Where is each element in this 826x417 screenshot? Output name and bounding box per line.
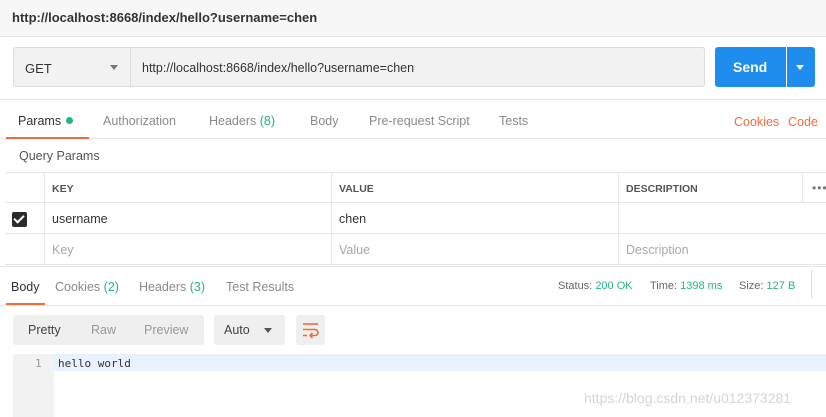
response-body-line: hello world: [58, 357, 131, 370]
more-options-icon[interactable]: •••: [812, 181, 826, 195]
response-tabs: Body Cookies (2) Headers (3) Test Result…: [0, 266, 826, 306]
wrap-lines-button[interactable]: [296, 315, 325, 345]
params-indicator-dot: [66, 117, 74, 124]
active-response-tab-indicator: [6, 303, 45, 305]
response-body-editor[interactable]: 1 hello world: [13, 354, 826, 417]
request-tabs: Params Authorization Headers (8) Body Pr…: [0, 99, 826, 139]
send-options-button[interactable]: [787, 47, 815, 87]
active-line-highlight: [54, 354, 826, 371]
time-value: 1398 ms: [680, 280, 723, 292]
wrap-lines-icon: [303, 323, 319, 339]
line-number-gutter: 1: [13, 354, 54, 417]
tab-response-body[interactable]: Body: [11, 280, 40, 294]
window-title: http://localhost:8668/index/hello?userna…: [12, 10, 318, 25]
window-title-bar: http://localhost:8668/index/hello?userna…: [0, 0, 826, 37]
code-link[interactable]: Code: [788, 115, 818, 129]
active-tab-indicator: [6, 137, 89, 139]
tab-headers-label: Headers: [209, 114, 257, 128]
line-number: 1: [35, 357, 42, 370]
new-value-input[interactable]: Value: [332, 234, 619, 264]
tab-pre-request-script[interactable]: Pre-request Script: [369, 114, 470, 128]
chevron-down-icon: [796, 65, 804, 70]
column-header-value: VALUE: [332, 173, 619, 203]
watermark: https://blog.csdn.net/u012373281: [584, 390, 792, 406]
param-description-cell[interactable]: [619, 203, 826, 233]
status-value: 200 OK: [595, 280, 633, 292]
param-enabled-checkbox[interactable]: [12, 212, 27, 227]
column-header-description: DESCRIPTION: [619, 173, 803, 203]
language-select[interactable]: Auto: [214, 315, 285, 345]
format-preview-button[interactable]: Preview: [144, 323, 188, 337]
time-info: Time: 1398 ms: [650, 280, 723, 292]
format-pretty-button[interactable]: Pretty: [28, 323, 61, 337]
cookies-link[interactable]: Cookies: [734, 115, 779, 129]
size-value: 127 B: [766, 280, 796, 292]
param-value-cell[interactable]: chen: [332, 203, 619, 233]
tab-params-label: Params: [18, 114, 62, 128]
tab-test-results[interactable]: Test Results: [226, 280, 294, 294]
method-select[interactable]: GET: [13, 47, 130, 87]
format-raw-button[interactable]: Raw: [91, 323, 116, 337]
format-toggle-group: Pretty Raw Preview: [13, 315, 204, 345]
tab-headers-count: (8): [259, 114, 276, 128]
send-button[interactable]: Send: [715, 47, 786, 87]
tab-body[interactable]: Body: [310, 114, 339, 128]
tab-response-cookies[interactable]: Cookies (2): [55, 280, 119, 294]
tab-response-headers[interactable]: Headers (3): [139, 280, 205, 294]
query-params-title: Query Params: [19, 149, 100, 163]
url-input[interactable]: http://localhost:8668/index/hello?userna…: [130, 47, 705, 87]
param-key-cell[interactable]: username: [45, 203, 332, 233]
table-row: username chen: [5, 203, 826, 234]
method-label: GET: [25, 61, 52, 76]
new-key-input[interactable]: Key: [45, 234, 332, 264]
language-select-label: Auto: [224, 323, 250, 337]
tab-tests[interactable]: Tests: [499, 114, 528, 128]
table-header-row: KEY VALUE DESCRIPTION •••: [5, 172, 826, 203]
tab-params[interactable]: Params: [18, 114, 74, 128]
table-row-new: Key Value Description: [5, 234, 826, 265]
chevron-down-icon: [110, 65, 118, 70]
column-header-key: KEY: [45, 173, 332, 203]
send-label: Send: [733, 59, 768, 75]
status-info: Status: 200 OK: [558, 280, 633, 292]
divider: [811, 270, 812, 298]
url-text: http://localhost:8668/index/hello?userna…: [142, 61, 415, 75]
tab-authorization[interactable]: Authorization: [103, 114, 176, 128]
tab-headers[interactable]: Headers (8): [209, 114, 275, 128]
new-description-input[interactable]: Description: [619, 234, 826, 264]
size-info: Size: 127 B: [739, 280, 796, 292]
chevron-down-icon: [264, 328, 272, 333]
